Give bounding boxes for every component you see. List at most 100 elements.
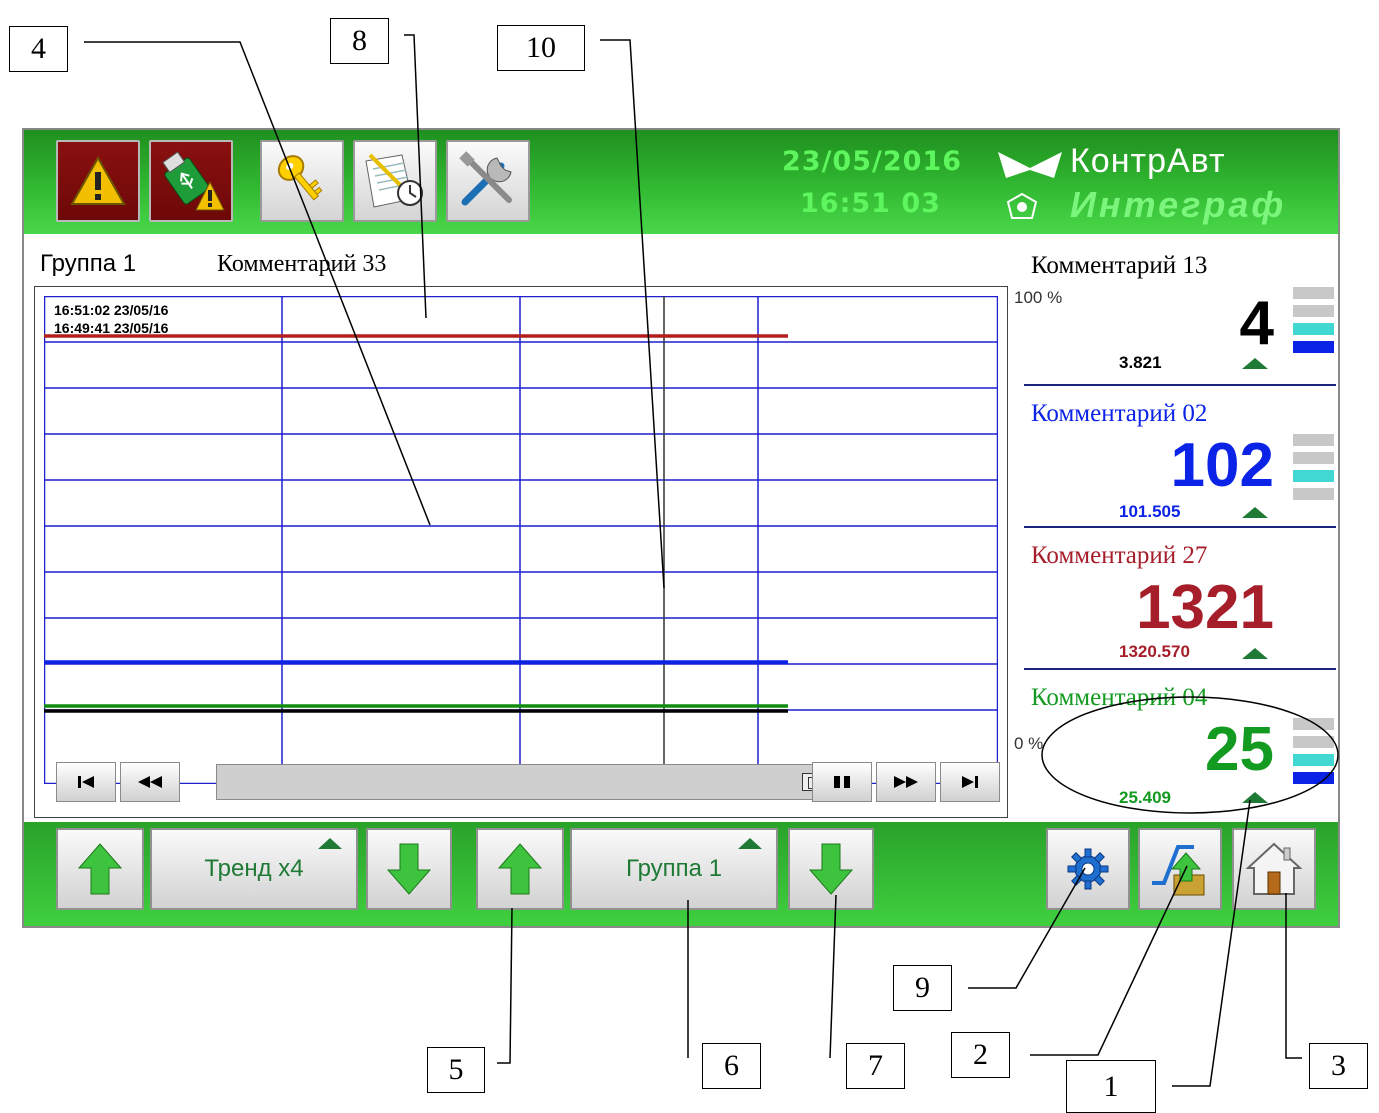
- scale-top-label: 100 %: [1014, 288, 1063, 307]
- bottom-toolbar: Тренд x4 Группа 1: [24, 822, 1338, 926]
- channel-2-comment: Комментарий 02: [1031, 400, 1208, 427]
- skip-start-icon: [78, 776, 94, 788]
- channel-2-value: 102: [1170, 431, 1274, 500]
- channel-4-value: 25: [1205, 715, 1274, 784]
- product-name: Интеграф: [1070, 184, 1287, 225]
- trend-mode-selector[interactable]: Тренд x4: [150, 828, 358, 910]
- home-button[interactable]: [1232, 828, 1316, 910]
- trend-mode-up-button[interactable]: [56, 828, 144, 910]
- trend-forward-button[interactable]: [876, 762, 936, 802]
- channel-1-value: 4: [1239, 289, 1274, 358]
- channel-3-value: 1321: [1136, 573, 1274, 642]
- callout-8: 8: [330, 18, 389, 64]
- trend-chart[interactable]: [44, 296, 998, 784]
- archive-export-button[interactable]: [1138, 828, 1222, 910]
- channel-separator: [1024, 384, 1336, 386]
- callout-3: 3: [1309, 1043, 1368, 1089]
- home-icon: [1245, 842, 1303, 895]
- bar: [1293, 323, 1334, 335]
- pause-icon: [834, 776, 850, 788]
- channel-1-trend-up-icon: [1242, 358, 1268, 369]
- group-down-button[interactable]: [788, 828, 874, 910]
- arrow-down-icon: [808, 843, 854, 895]
- channel-3-raw: 1320.570: [1119, 642, 1190, 661]
- channel-separator: [1024, 526, 1336, 528]
- channel-1-comment: Комментарий 13: [1031, 252, 1208, 279]
- top-toolbar: 23/05/2016 16:51 03 КонтрАвт Интеграф: [24, 130, 1338, 234]
- display-settings-button[interactable]: [1046, 828, 1130, 910]
- channel-1-level-bars: [1293, 287, 1334, 359]
- bar: [1293, 718, 1334, 730]
- trend-mode-label: Тренд x4: [204, 855, 304, 882]
- brand-name: КонтрАвт: [1070, 142, 1226, 180]
- kontravt-logo-icon: [998, 152, 1062, 178]
- trend-scrollbar[interactable]: [216, 764, 841, 800]
- channel-2-trend-up-icon: [1242, 507, 1268, 518]
- bar: [1293, 772, 1334, 784]
- channel-separator: [1024, 668, 1336, 670]
- arrow-down-icon: [386, 843, 432, 895]
- callout-4: 4: [9, 26, 68, 72]
- trend-export-icon: [1152, 845, 1205, 896]
- channel-2-level-bars: [1293, 434, 1334, 506]
- bar: [1293, 470, 1334, 482]
- timestamp-top: 16:51:02 23/05/16: [54, 302, 169, 318]
- dropdown-indicator-icon: [318, 838, 342, 849]
- channel-1-raw: 3.821: [1119, 353, 1162, 372]
- bar: [1293, 488, 1334, 500]
- group-title: Группа 1: [40, 250, 137, 277]
- usb-alarm-icon: [162, 151, 225, 211]
- bar: [1293, 754, 1334, 766]
- tools-icon: [459, 151, 512, 206]
- trend-navigation-bar: [56, 762, 1000, 802]
- rewind-icon: [138, 776, 162, 788]
- bar: [1293, 736, 1334, 748]
- channel-2-raw: 101.505: [1119, 502, 1181, 521]
- channel-4-comment: Комментарий 04: [1031, 684, 1208, 711]
- bar: [1293, 341, 1334, 353]
- trend-end-button[interactable]: [940, 762, 1000, 802]
- alarm-icon: [70, 155, 126, 205]
- channel-3-trend-up-icon: [1242, 648, 1268, 659]
- skip-end-icon: [962, 776, 978, 788]
- trend-rewind-button[interactable]: [120, 762, 180, 802]
- current-time: 16:51 03: [800, 188, 941, 219]
- event-log-button[interactable]: [353, 140, 437, 222]
- access-key-button[interactable]: [260, 140, 344, 222]
- key-icon: [277, 155, 323, 201]
- timestamp-bottom: 16:49:41 23/05/16: [54, 320, 169, 336]
- current-date: 23/05/2016: [782, 146, 963, 177]
- scale-bottom-label: 0 %: [1014, 734, 1044, 753]
- trend-start-button[interactable]: [56, 762, 116, 802]
- callout-6: 6: [702, 1043, 761, 1089]
- integraf-logo-icon: [1006, 192, 1038, 219]
- bar: [1293, 287, 1334, 299]
- group-comment: Комментарий 33: [217, 251, 387, 277]
- group-up-button[interactable]: [476, 828, 564, 910]
- callout-2: 2: [951, 1032, 1010, 1078]
- group-selector[interactable]: Группа 1: [570, 828, 778, 910]
- trend-mode-down-button[interactable]: [366, 828, 452, 910]
- usb-alarm-button[interactable]: [149, 140, 233, 222]
- channel-4-trend-up-icon: [1242, 792, 1268, 803]
- dropdown-indicator-icon: [738, 838, 762, 849]
- callout-5: 5: [427, 1047, 485, 1093]
- callout-9: 9: [893, 965, 952, 1011]
- gear-icon: [1067, 848, 1109, 890]
- bar: [1293, 305, 1334, 317]
- arrow-up-icon: [497, 843, 543, 895]
- bar: [1293, 452, 1334, 464]
- fast-forward-icon: [894, 776, 918, 788]
- trend-pause-button[interactable]: [812, 762, 872, 802]
- callout-7: 7: [846, 1043, 905, 1089]
- schedule-icon: [365, 153, 423, 208]
- bar: [1293, 434, 1334, 446]
- settings-tools-button[interactable]: [446, 140, 530, 222]
- alarm-button[interactable]: [56, 140, 140, 222]
- callout-10: 10: [497, 25, 585, 71]
- channel-4-level-bars: [1293, 718, 1334, 790]
- callout-1: 1: [1066, 1060, 1156, 1113]
- device-screen: 23/05/2016 16:51 03 КонтрАвт Интеграф Гр…: [22, 128, 1340, 928]
- channel-4-raw: 25.409: [1119, 788, 1171, 807]
- channel-3-comment: Комментарий 27: [1031, 542, 1208, 569]
